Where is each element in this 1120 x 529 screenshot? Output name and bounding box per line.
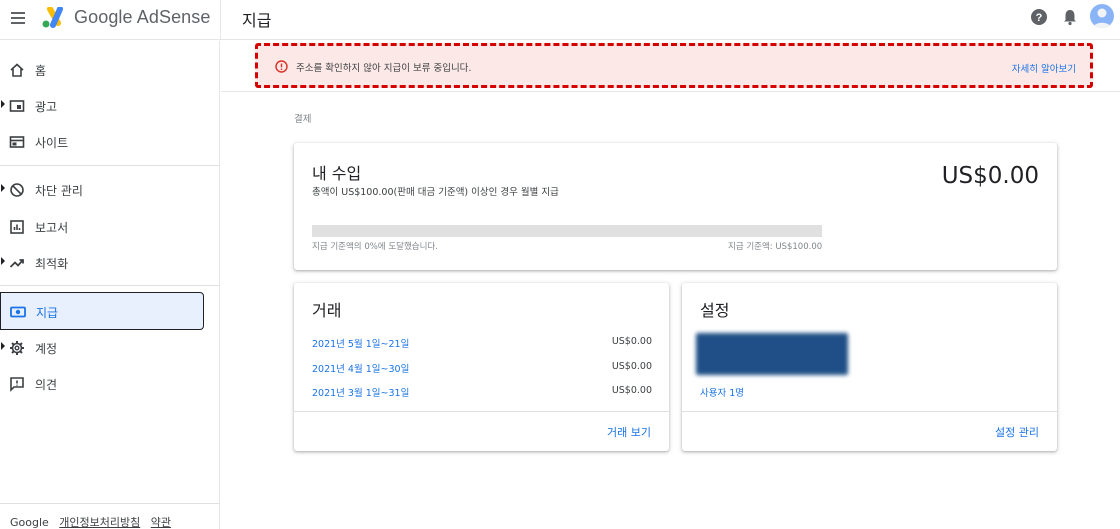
feedback-icon [10, 377, 24, 392]
account-avatar[interactable] [1090, 4, 1114, 28]
sidebar-item-label: 보고서 [35, 221, 69, 235]
ads-icon [9, 100, 25, 112]
divider [0, 503, 220, 504]
sidebar-item-label: 홈 [35, 64, 47, 78]
transaction-period-link[interactable]: 2021년 5월 1일~21일 [312, 336, 409, 350]
view-transactions-button[interactable]: 거래 보기 [607, 424, 651, 440]
alert-message: 주소를 확인하지 않아 지급이 보류 중입니다. [296, 63, 472, 74]
sidebar-item-blocking[interactable]: 차단 관리 [0, 174, 220, 204]
sidebar-item-label: 의견 [35, 378, 58, 392]
payment-threshold-progress-bar [312, 225, 822, 237]
expand-arrow-icon[interactable] [1, 342, 5, 350]
sidebar-item-ads[interactable]: 광고 [0, 90, 220, 120]
transaction-row: 2021년 5월 1일~21일 US$0.00 [312, 336, 652, 350]
transactions-card: 거래 2021년 5월 1일~21일 US$0.00 2021년 4월 1일~3… [294, 283, 669, 451]
learn-more-link[interactable]: 자세히 알아보기 [1012, 61, 1076, 75]
earnings-amount: US$0.00 [941, 163, 1039, 189]
settings-card: 설정 사용자 1명 설정 관리 [682, 283, 1057, 451]
sidebar-item-payments[interactable]: 지급 [0, 292, 204, 330]
divider [221, 91, 1120, 92]
transaction-amount: US$0.00 [611, 385, 652, 396]
transactions-title: 거래 [312, 301, 342, 320]
sites-icon [9, 136, 25, 148]
gear-icon [10, 341, 24, 355]
svg-text:?: ? [1036, 12, 1043, 24]
transaction-row: 2021년 3월 1일~31일 US$0.00 [312, 385, 652, 399]
top-app-bar: Google AdSense 지급 ? [0, 0, 1120, 40]
section-label: 결제 [294, 114, 312, 125]
redacted-account-info [696, 333, 848, 375]
sidebar-item-label: 지급 [36, 306, 59, 320]
trending-icon [9, 259, 24, 268]
transaction-amount: US$0.00 [611, 361, 652, 372]
payments-icon [10, 306, 26, 318]
payment-hold-alert: 주소를 확인하지 않아 지급이 보류 중입니다. 자세히 알아보기 [255, 43, 1093, 88]
reports-icon [10, 220, 24, 234]
sidebar-item-home[interactable]: 홈 [0, 54, 220, 84]
home-icon [10, 63, 24, 77]
divider [220, 0, 221, 40]
sidebar-item-label: 광고 [35, 100, 58, 114]
sidebar-item-label: 사이트 [35, 136, 69, 150]
manage-settings-button[interactable]: 설정 관리 [995, 424, 1039, 440]
settings-title: 설정 [700, 301, 730, 320]
page-title: 지급 [242, 11, 272, 30]
brand-name: Google AdSense [74, 7, 211, 27]
earnings-subtitle: 총액이 US$100.00(판매 대금 기준액) 이상인 경우 월별 지급 [312, 187, 559, 198]
error-icon [275, 60, 288, 73]
transaction-amount: US$0.00 [611, 336, 652, 347]
terms-link[interactable]: 약관 [151, 516, 171, 529]
sidebar-item-feedback[interactable]: 의견 [0, 368, 220, 398]
divider [0, 285, 220, 286]
divider [682, 411, 1057, 412]
sidebar-item-label: 차단 관리 [35, 184, 83, 198]
sidebar-footer: Google 개인정보처리방침 약관 [10, 514, 178, 529]
expand-arrow-icon[interactable] [1, 184, 5, 192]
sidebar-item-reports[interactable]: 보고서 [0, 211, 220, 241]
expand-arrow-icon[interactable] [1, 257, 5, 265]
divider [0, 165, 220, 166]
threshold-label: 지급 기준액: US$100.00 [728, 242, 823, 252]
earnings-card: 내 수입 총액이 US$100.00(판매 대금 기준액) 이상인 경우 월별 … [294, 143, 1057, 270]
earnings-title: 내 수입 [312, 164, 362, 183]
users-link[interactable]: 사용자 1명 [700, 385, 744, 399]
expand-arrow-icon[interactable] [1, 100, 5, 108]
progress-label: 지급 기준액의 0%에 도달했습니다. [312, 242, 438, 252]
google-footer-text: Google [10, 516, 49, 529]
help-icon[interactable]: ? [1030, 8, 1048, 26]
sidebar-item-optimization[interactable]: 최적화 [0, 247, 220, 277]
sidebar-item-label: 최적화 [35, 257, 69, 271]
sidebar-item-sites[interactable]: 사이트 [0, 126, 220, 156]
divider [294, 411, 669, 412]
adsense-logo-icon [42, 7, 63, 28]
sidebar-item-account[interactable]: 계정 [0, 332, 220, 362]
block-icon [10, 183, 24, 197]
person-icon [1093, 8, 1111, 28]
sidebar-item-label: 계정 [35, 342, 58, 356]
menu-icon[interactable] [11, 12, 25, 24]
sidebar: 홈 광고 사이트 차단 관리 보고서 최적화 지급 계정 의견 Google 개… [0, 41, 220, 529]
transaction-period-link[interactable]: 2021년 3월 1일~31일 [312, 385, 409, 399]
transaction-row: 2021년 4월 1일~30일 US$0.00 [312, 361, 652, 375]
notifications-bell-icon[interactable] [1061, 8, 1079, 26]
transaction-period-link[interactable]: 2021년 4월 1일~30일 [312, 361, 409, 375]
privacy-link[interactable]: 개인정보처리방침 [59, 516, 140, 529]
